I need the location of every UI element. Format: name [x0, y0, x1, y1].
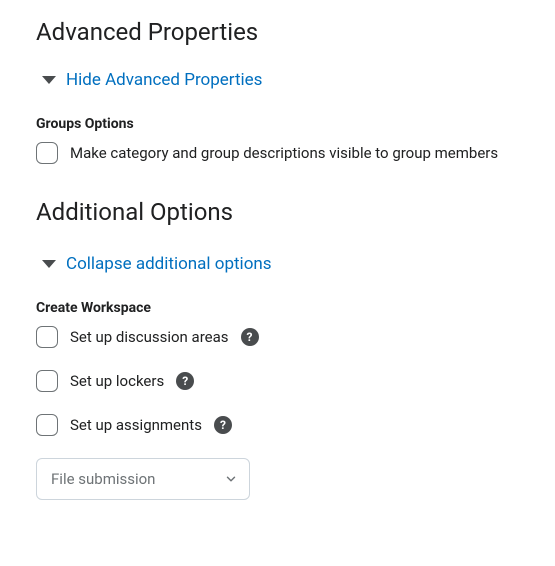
- help-icon[interactable]: ?: [214, 416, 232, 434]
- submission-type-select-wrap: File submission: [36, 458, 250, 500]
- hide-advanced-properties-toggle[interactable]: Hide Advanced Properties: [36, 70, 519, 90]
- chevron-down-icon: [42, 260, 56, 268]
- visible-descriptions-checkbox[interactable]: [36, 142, 58, 164]
- additional-options-heading: Additional Options: [36, 198, 519, 226]
- create-workspace-heading: Create Workspace: [36, 300, 519, 316]
- lockers-row: Set up lockers ?: [36, 370, 519, 392]
- discussion-areas-row: Set up discussion areas ?: [36, 326, 519, 348]
- discussion-areas-label: Set up discussion areas: [70, 328, 229, 346]
- hide-advanced-properties-label: Hide Advanced Properties: [66, 70, 262, 90]
- lockers-checkbox[interactable]: [36, 370, 58, 392]
- chevron-down-icon: [42, 76, 56, 84]
- discussion-areas-checkbox[interactable]: [36, 326, 58, 348]
- assignments-label: Set up assignments: [70, 416, 202, 434]
- groups-options-heading: Groups Options: [36, 116, 519, 132]
- collapse-additional-options-label: Collapse additional options: [66, 254, 272, 274]
- submission-type-select[interactable]: File submission: [36, 458, 250, 500]
- assignments-row: Set up assignments ?: [36, 414, 519, 436]
- help-icon[interactable]: ?: [241, 328, 259, 346]
- assignments-checkbox[interactable]: [36, 414, 58, 436]
- lockers-label: Set up lockers: [70, 372, 164, 390]
- submission-type-selected: File submission: [51, 470, 155, 488]
- visible-descriptions-label: Make category and group descriptions vis…: [70, 144, 498, 162]
- visible-descriptions-row: Make category and group descriptions vis…: [36, 142, 519, 164]
- collapse-additional-options-toggle[interactable]: Collapse additional options: [36, 254, 519, 274]
- advanced-properties-heading: Advanced Properties: [36, 18, 519, 46]
- help-icon[interactable]: ?: [176, 372, 194, 390]
